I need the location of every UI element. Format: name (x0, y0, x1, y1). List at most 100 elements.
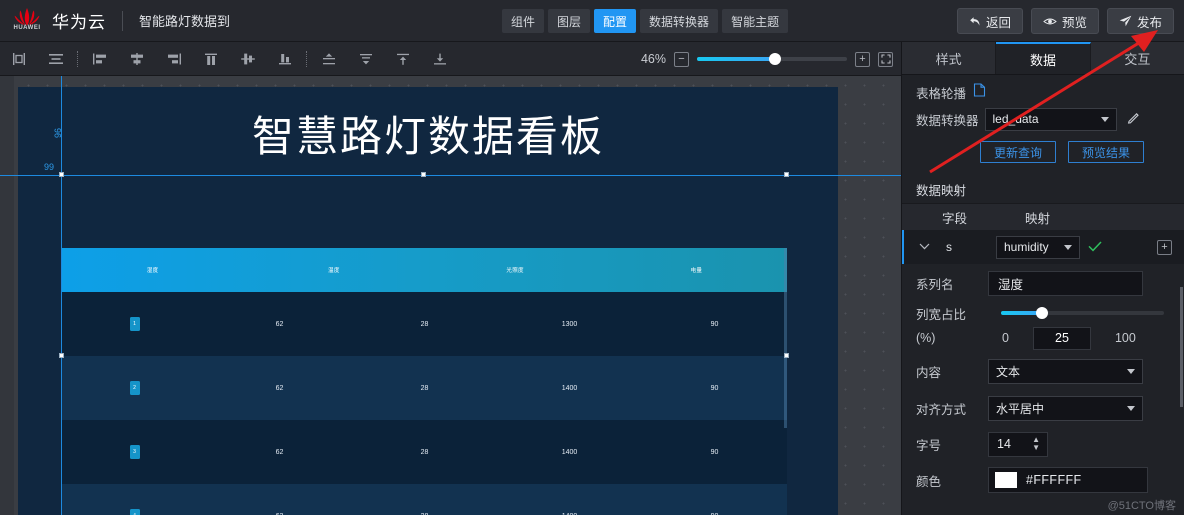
preview-button[interactable]: 预览 (1030, 8, 1099, 34)
brand[interactable]: HUAWEI 华为云 (0, 6, 106, 36)
panel-tab-style[interactable]: 样式 (902, 42, 997, 74)
table-column-header-humidity: 湿度 (146, 268, 159, 274)
mapping-value-select[interactable]: humidity (996, 235, 1080, 259)
publish-button[interactable]: 发布 (1106, 8, 1174, 34)
align-top-icon[interactable] (192, 42, 229, 76)
mapping-row[interactable]: s humidity + (902, 230, 1184, 264)
send-to-back-icon[interactable] (421, 42, 458, 76)
send-icon (1119, 15, 1132, 27)
color-label: 颜色 (916, 474, 942, 489)
brand-sub-label: HUAWEI (13, 24, 41, 31)
align-left-edge-icon[interactable] (0, 42, 37, 76)
fit-screen-icon[interactable] (878, 51, 893, 67)
font-size-stepper[interactable]: 14 ▲ ▼ (988, 431, 1048, 457)
align-toolbar: 46% − + (0, 42, 901, 76)
data-converter-select[interactable]: led_data (984, 107, 1117, 131)
cell-battery: 90 (710, 320, 719, 328)
selection-handle-top-left[interactable] (59, 172, 64, 177)
content-select[interactable]: 文本 (988, 358, 1143, 384)
table-row[interactable]: 4 62 28 1400 90 (62, 484, 787, 515)
mapping-field-name: s (946, 240, 952, 254)
panel-scrollbar[interactable] (1180, 287, 1183, 407)
back-label: 返回 (985, 15, 1011, 30)
column-width-slider[interactable] (1001, 307, 1164, 319)
table-carousel-row: 表格轮播 (902, 75, 1184, 103)
update-query-button[interactable]: 更新查询 (980, 141, 1057, 163)
align-center-horizontal-icon[interactable] (37, 42, 74, 76)
toolbar-divider (77, 50, 78, 67)
cell-humidity: 62 (275, 320, 284, 328)
color-picker[interactable]: #FFFFFF (988, 467, 1148, 493)
send-backward-icon[interactable] (347, 42, 384, 76)
back-arrow-icon (969, 16, 981, 27)
align-row: 对齐方式 水平居中 (902, 390, 1184, 426)
tab-data-converter[interactable]: 数据转换器 (640, 9, 719, 33)
series-name-row: 系列名 湿度 (902, 264, 1184, 302)
tab-components[interactable]: 组件 (502, 9, 545, 33)
tab-smart-theme[interactable]: 智能主题 (722, 9, 789, 33)
column-width-unit: (%) (916, 331, 936, 345)
zoom-slider-knob[interactable] (769, 53, 781, 65)
panel-tab-data[interactable]: 数据 (996, 42, 1091, 74)
align-select[interactable]: 水平居中 (988, 395, 1143, 421)
series-name-input[interactable]: 湿度 (988, 270, 1143, 296)
tab-config[interactable]: 配置 (594, 9, 637, 33)
toolbar-divider-2 (306, 50, 307, 67)
align-value: 水平居中 (996, 401, 1045, 416)
huawei-logo-icon: HUAWEI (12, 6, 42, 36)
zoom-out-button[interactable]: − (674, 51, 689, 67)
center-tab-group: 组件 图层 配置 数据转换器 智能主题 (502, 9, 789, 33)
distribute-left-icon[interactable] (81, 42, 118, 76)
table-row[interactable]: 3 62 28 1400 90 (62, 420, 787, 484)
zoom-in-button[interactable]: + (855, 51, 870, 67)
column-width-input[interactable]: 25 (1032, 326, 1091, 350)
row-index-cell: 1 (62, 317, 207, 331)
panel-tab-interaction[interactable]: 交互 (1090, 42, 1184, 74)
plus-icon[interactable]: + (1157, 239, 1172, 255)
distribute-right-icon[interactable] (155, 42, 192, 76)
column-width-label: 列宽占比 (916, 307, 967, 322)
color-swatch[interactable] (995, 472, 1017, 488)
align-middle-icon[interactable] (229, 42, 266, 76)
chevron-down-icon (1127, 406, 1135, 411)
canvas-area[interactable]: 智慧路灯数据看板 99 96 湿度 温度 光照度 电量 1 62 28 1300… (0, 76, 901, 515)
data-converter-label: 数据转换器 (916, 113, 979, 128)
bring-forward-icon[interactable] (384, 42, 421, 76)
cell-humidity: 62 (275, 384, 284, 392)
chevron-down-icon (1100, 117, 1109, 122)
tab-layers[interactable]: 图层 (548, 9, 591, 33)
row-index-cell: 2 (62, 381, 207, 395)
back-button[interactable]: 返回 (956, 8, 1023, 34)
column-width-min: 0 (1002, 331, 1009, 345)
table-column-header-illuminance: 光照度 (506, 268, 524, 274)
bring-to-front-icon[interactable] (310, 42, 347, 76)
ruler-left (0, 76, 14, 515)
selection-handle-middle-left[interactable] (59, 353, 64, 358)
selection-handle-middle-right[interactable] (784, 353, 789, 358)
document-icon[interactable] (973, 82, 986, 102)
mapping-value: humidity (1004, 240, 1049, 254)
preview-result-button[interactable]: 预览结果 (1068, 141, 1145, 163)
content-value: 文本 (996, 364, 1021, 379)
chevron-down-icon[interactable] (916, 241, 932, 253)
align-bottom-icon[interactable] (266, 42, 303, 76)
row-index-cell: 4 (62, 509, 207, 515)
table-column-header-temperature: 温度 (328, 268, 340, 274)
table-row[interactable]: 2 62 28 1400 90 (62, 356, 787, 420)
selection-handle-top-center[interactable] (421, 172, 426, 177)
guide-line-horizontal (0, 175, 901, 176)
cell-illuminance: 1400 (561, 384, 578, 392)
cell-temperature: 28 (420, 448, 429, 456)
column-width-slider-knob[interactable] (1035, 307, 1048, 319)
align-label: 对齐方式 (916, 402, 967, 417)
table-scrollbar[interactable] (784, 248, 787, 428)
distribute-center-icon[interactable] (118, 42, 155, 76)
selection-handle-top-right[interactable] (784, 172, 789, 177)
stepper-arrows-icon[interactable]: ▲ ▼ (1032, 435, 1040, 452)
cell-illuminance: 1300 (561, 320, 578, 328)
table-widget[interactable]: 湿度 温度 光照度 电量 1 62 28 1300 90 2 62 28 140… (62, 248, 787, 515)
pencil-icon[interactable] (1127, 110, 1141, 129)
eye-icon (1043, 16, 1057, 27)
table-row[interactable]: 1 62 28 1300 90 (62, 292, 787, 356)
zoom-slider[interactable] (697, 53, 847, 65)
